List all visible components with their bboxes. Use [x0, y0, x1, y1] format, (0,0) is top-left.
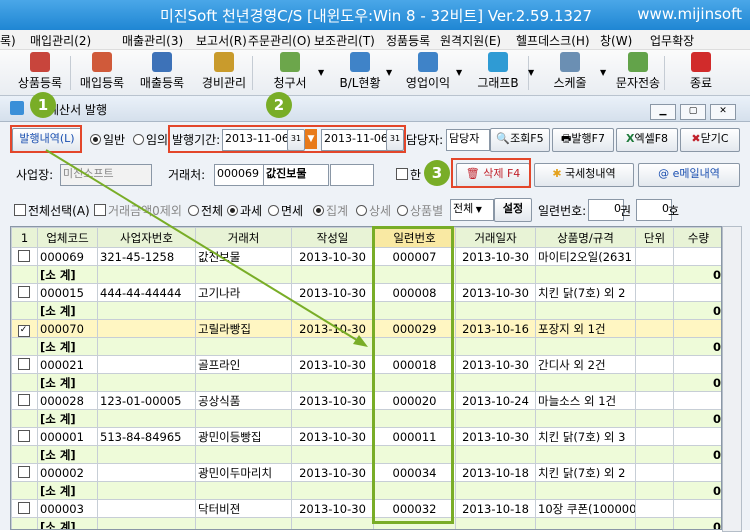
arrow-line [45, 149, 361, 343]
step-badge-1: 1 [30, 92, 56, 118]
arrow-head [353, 335, 368, 347]
step-badge-2: 2 [266, 92, 292, 118]
annotation-arrow [45, 149, 368, 347]
step-badge-3: 3 [424, 160, 450, 186]
